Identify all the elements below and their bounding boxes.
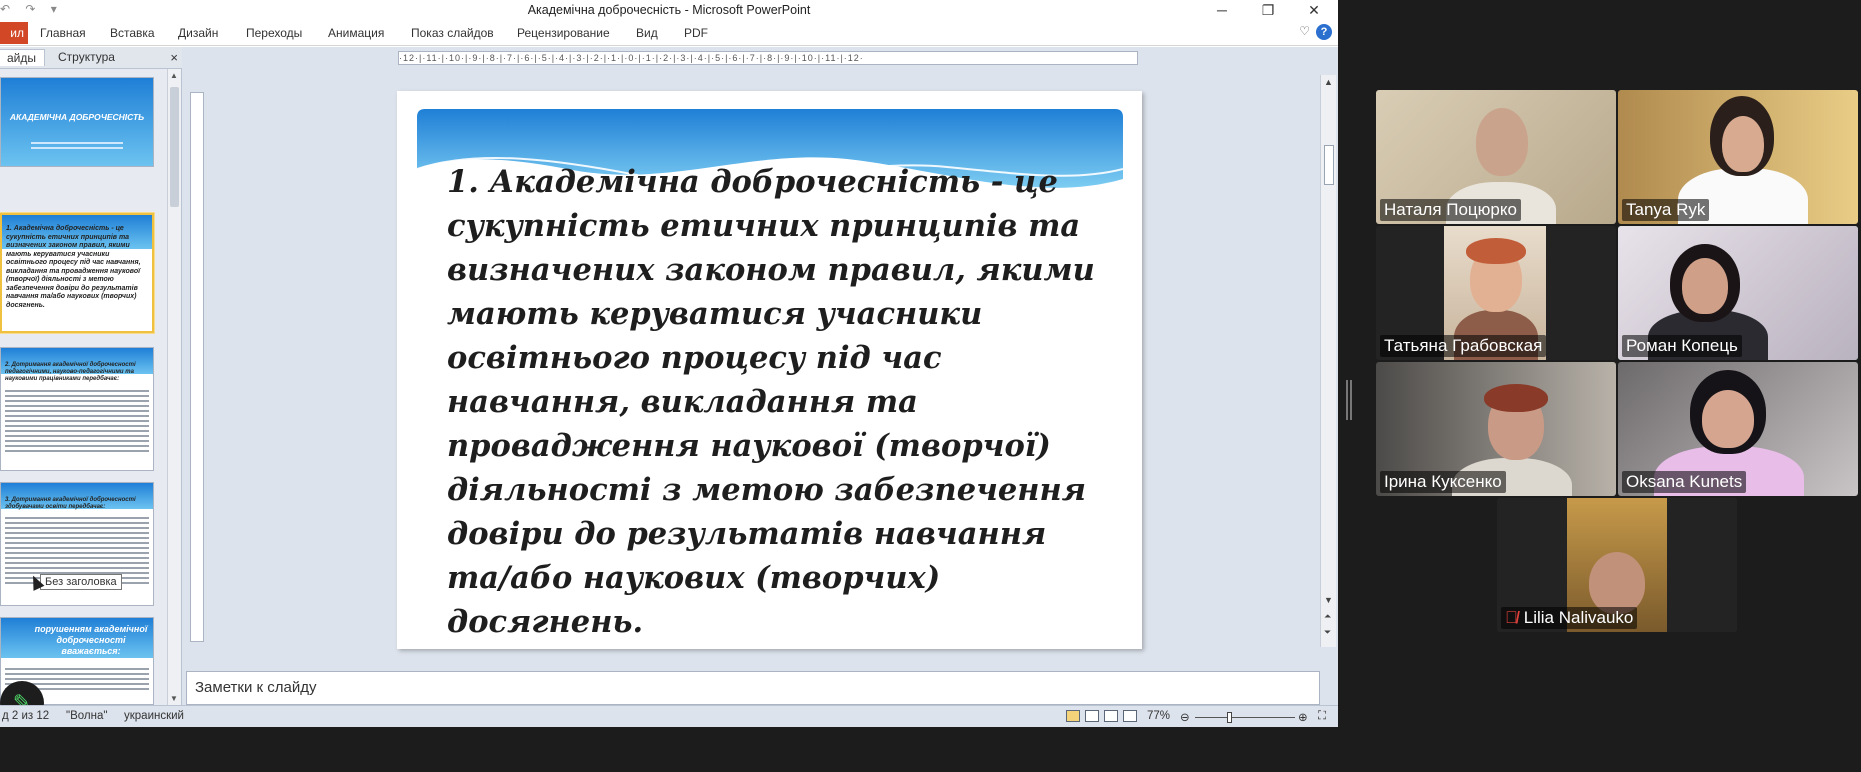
video-gallery: Наталя Поцюрко Tanya Ryk Татьяна Грабовс… bbox=[1376, 90, 1858, 632]
reading-view-icon[interactable] bbox=[1104, 710, 1118, 722]
video-tile[interactable]: Ірина Куксенко bbox=[1376, 362, 1616, 496]
person-face bbox=[1702, 390, 1754, 448]
person-face bbox=[1722, 116, 1764, 172]
help-icon[interactable]: ? bbox=[1316, 24, 1332, 40]
scroll-down-icon[interactable]: ▼ bbox=[1324, 595, 1333, 605]
ribbon-tabs: ил Главная Вставка Дизайн Переходы Анима… bbox=[0, 20, 1338, 46]
slide-thumbnail-1[interactable]: АКАДЕМІЧНА ДОБРОЧЕСНІСТЬ bbox=[0, 77, 154, 167]
tab-slides[interactable]: айды bbox=[0, 49, 46, 66]
status-bar: д 2 из 12 "Волна" украинский 77% ⊖ ⊕ ⛶ bbox=[0, 705, 1338, 727]
participant-name-label: 🎙̸ Lilia Nalivauko bbox=[1501, 607, 1638, 629]
panel-scrollbar[interactable]: ▲ ▼ bbox=[167, 69, 181, 705]
participant-name: Татьяна Грабовская bbox=[1380, 335, 1547, 357]
thumbnail-text: 1. Академічна доброчесність - це сукупні… bbox=[6, 225, 141, 309]
scrollbar-thumb[interactable] bbox=[1324, 145, 1334, 185]
slide-body-text[interactable]: 1. Академічна доброчесність - це сукупні… bbox=[447, 160, 1107, 644]
person-head bbox=[1476, 108, 1528, 176]
slides-panel: айды Структура × АКАДЕМІЧНА ДОБРОЧЕСНІСТ… bbox=[0, 47, 182, 725]
thumbnail-title: АКАДЕМІЧНА ДОБРОЧЕСНІСТЬ bbox=[9, 112, 145, 122]
video-tile[interactable]: 🎙̸ Lilia Nalivauko bbox=[1497, 498, 1737, 632]
tab-slideshow[interactable]: Показ слайдов bbox=[411, 26, 494, 40]
restore-icon[interactable]: ❐ bbox=[1246, 0, 1290, 20]
video-tile[interactable]: Татьяна Грабовская bbox=[1376, 226, 1616, 360]
tab-file[interactable]: ил bbox=[0, 22, 28, 44]
title-bar: ↶ ↷ ▾ Академічна доброчесність - Microso… bbox=[0, 0, 1338, 20]
fit-to-window-icon[interactable]: ⛶ bbox=[1318, 710, 1326, 723]
zoom-in-icon[interactable]: ⊕ bbox=[1298, 710, 1308, 724]
language[interactable]: украинский bbox=[124, 710, 184, 722]
participant-name: Роман Копець bbox=[1622, 335, 1742, 357]
minimize-icon[interactable]: ─ bbox=[1200, 0, 1244, 20]
powerpoint-window: ↶ ↷ ▾ Академічна доброчесність - Microso… bbox=[0, 0, 1338, 727]
screen: ↶ ↷ ▾ Академічна доброчесність - Microso… bbox=[0, 0, 1861, 772]
video-tile-active-speaker[interactable]: Роман Копець bbox=[1618, 226, 1858, 360]
previous-slide-icon[interactable]: ⏶ bbox=[1324, 611, 1331, 622]
thumbnail-text: 3. Дотримання академічної доброчесності … bbox=[5, 497, 136, 510]
thumbnail-title: порушенням академічної доброчесності вва… bbox=[34, 624, 148, 656]
thumbnail-text: 2. Дотримання академічної доброчесності … bbox=[5, 362, 136, 382]
zoom-slider[interactable] bbox=[1195, 717, 1295, 718]
tab-view[interactable]: Вид bbox=[636, 26, 658, 40]
slide-scrollbar[interactable]: ▲ ▼ ⏶ ⏷ bbox=[1320, 75, 1336, 647]
participant-name: Наталя Поцюрко bbox=[1380, 199, 1521, 221]
person-face bbox=[1682, 258, 1728, 314]
thumbnail-lines bbox=[5, 390, 149, 455]
scroll-up-icon[interactable]: ▲ bbox=[170, 71, 178, 80]
slide-thumbnail-3[interactable]: 2. Дотримання академічної доброчесності … bbox=[0, 347, 154, 471]
video-tile[interactable]: Tanya Ryk bbox=[1618, 90, 1858, 224]
tooltip: Без заголовка bbox=[40, 574, 122, 590]
tab-review[interactable]: Рецензирование bbox=[517, 26, 610, 40]
scroll-down-icon[interactable]: ▼ bbox=[170, 694, 178, 703]
person-hair bbox=[1466, 238, 1526, 264]
close-icon[interactable]: × bbox=[170, 50, 178, 65]
participant-name: Oksana Kunets bbox=[1622, 471, 1747, 493]
zoom-slider-knob[interactable] bbox=[1227, 712, 1232, 723]
slide-count: д 2 из 12 bbox=[2, 710, 50, 722]
tab-pdf[interactable]: PDF bbox=[684, 26, 708, 40]
workarea: айды Структура × АКАДЕМІЧНА ДОБРОЧЕСНІСТ… bbox=[0, 47, 1338, 725]
notes-pane[interactable]: Заметки к слайду bbox=[186, 671, 1320, 705]
panel-resize-handle[interactable] bbox=[1346, 380, 1352, 420]
person-head bbox=[1589, 552, 1645, 614]
slide-sorter-icon[interactable] bbox=[1085, 710, 1099, 722]
slide-thumbnail-2[interactable]: 1. Академічна доброчесність - це сукупні… bbox=[0, 213, 154, 333]
close-icon[interactable]: ✕ bbox=[1292, 0, 1336, 20]
thumbnail-lines bbox=[31, 142, 123, 152]
tab-home[interactable]: Главная bbox=[40, 26, 86, 40]
tab-design[interactable]: Дизайн bbox=[178, 26, 218, 40]
zoom-level[interactable]: 77% bbox=[1147, 710, 1170, 722]
slideshow-icon[interactable] bbox=[1123, 710, 1137, 722]
normal-view-icon[interactable] bbox=[1066, 710, 1080, 722]
zoom-out-icon[interactable]: ⊖ bbox=[1180, 710, 1190, 724]
video-tile[interactable]: Oksana Kunets bbox=[1618, 362, 1858, 496]
vertical-ruler bbox=[190, 92, 204, 642]
window-title: Академічна доброчесність - Microsoft Pow… bbox=[527, 3, 811, 17]
tab-outline[interactable]: Структура bbox=[58, 50, 115, 64]
participant-name: Ірина Куксенко bbox=[1380, 471, 1506, 493]
ribbon-collapse-icon[interactable]: ♡ bbox=[1299, 24, 1310, 38]
theme-name[interactable]: "Волна" bbox=[66, 710, 107, 722]
video-tile[interactable]: Наталя Поцюрко bbox=[1376, 90, 1616, 224]
notes-placeholder: Заметки к слайду bbox=[195, 679, 317, 696]
participant-name: Tanya Ryk bbox=[1622, 199, 1710, 221]
ribbon-right-controls: ♡? bbox=[1299, 24, 1332, 40]
scrollbar-thumb[interactable] bbox=[170, 87, 179, 207]
horizontal-ruler: ·12·|·11·|·10·|·9·|·8·|·7·|·6·|·5·|·4·|·… bbox=[398, 51, 1138, 65]
next-slide-icon[interactable]: ⏷ bbox=[1324, 627, 1331, 638]
participant-name: Lilia Nalivauko bbox=[1523, 608, 1634, 627]
tab-animations[interactable]: Анимация bbox=[328, 26, 384, 40]
tab-insert[interactable]: Вставка bbox=[110, 26, 155, 40]
scroll-up-icon[interactable]: ▲ bbox=[1324, 77, 1333, 87]
tab-transitions[interactable]: Переходы bbox=[246, 26, 302, 40]
mic-muted-icon: 🎙̸ bbox=[1505, 608, 1518, 627]
panel-tabs: айды Структура × bbox=[0, 47, 182, 69]
person-hair bbox=[1484, 384, 1548, 412]
slide-canvas[interactable]: 1. Академічна доброчесність - це сукупні… bbox=[397, 91, 1142, 649]
